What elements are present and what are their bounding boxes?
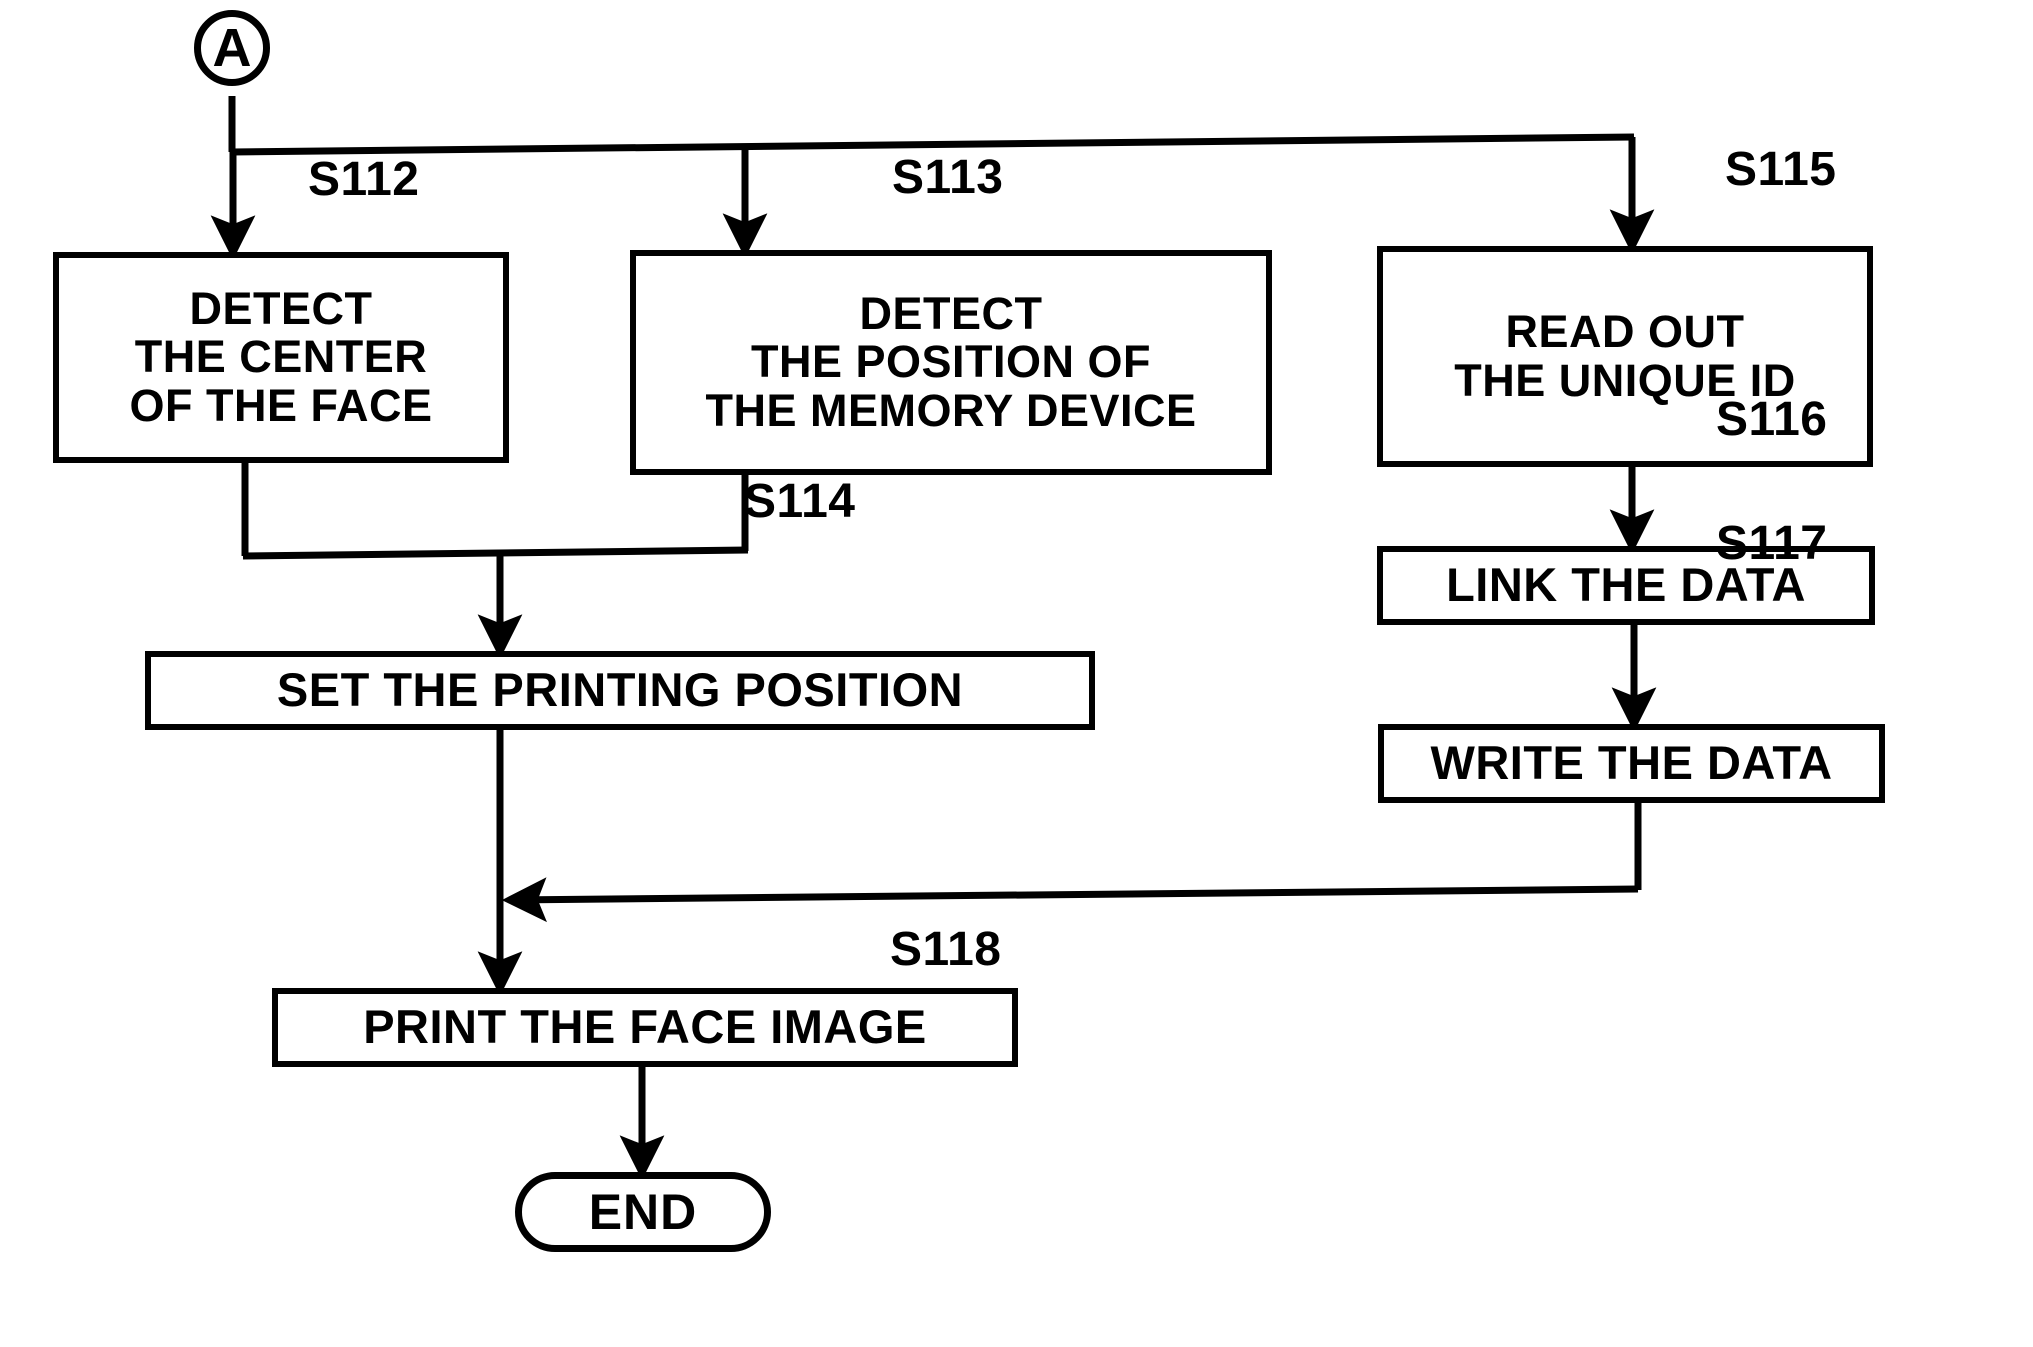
edge-merge-bus-left [242, 546, 749, 560]
node-s113-detect-memory-device-position[interactable]: DETECT THE POSITION OF THE MEMORY DEVICE [630, 250, 1272, 475]
node-s115-text: READ OUT THE UNIQUE ID [1454, 305, 1796, 406]
node-s114-text: SET THE PRINTING POSITION [276, 663, 964, 717]
node-s118-text: PRINT THE FACE IMAGE [363, 1000, 927, 1054]
node-s118-print-the-face-image[interactable]: PRINT THE FACE IMAGE [272, 988, 1018, 1067]
step-label-s117: S117 [1716, 517, 1828, 570]
step-label-s113: S113 [892, 151, 1004, 204]
step-label-s112: S112 [308, 153, 420, 206]
node-s112-text: DETECT THE CENTER OF THE FACE [129, 282, 433, 431]
step-label-s116: S116 [1716, 393, 1828, 446]
step-label-s114: S114 [744, 475, 856, 528]
node-s113-text: DETECT THE POSITION OF THE MEMORY DEVICE [705, 287, 1197, 436]
node-s117-write-the-data[interactable]: WRITE THE DATA [1378, 724, 1885, 803]
terminator-end[interactable]: END [515, 1172, 771, 1252]
connector-a: A [194, 10, 270, 86]
node-s112-detect-center-of-face[interactable]: DETECT THE CENTER OF THE FACE [53, 252, 509, 463]
edge-return-bus [501, 877, 1639, 923]
terminator-end-label: END [588, 1184, 698, 1240]
flowchart-canvas: A S112 DETECT THE CENTER OF THE FACE S11… [0, 0, 2033, 1347]
step-label-s115: S115 [1725, 143, 1837, 196]
node-s114-set-printing-position[interactable]: SET THE PRINTING POSITION [145, 651, 1095, 730]
node-s117-text: WRITE THE DATA [1430, 736, 1833, 790]
connector-a-label: A [212, 18, 252, 78]
step-label-s118: S118 [890, 923, 1002, 976]
